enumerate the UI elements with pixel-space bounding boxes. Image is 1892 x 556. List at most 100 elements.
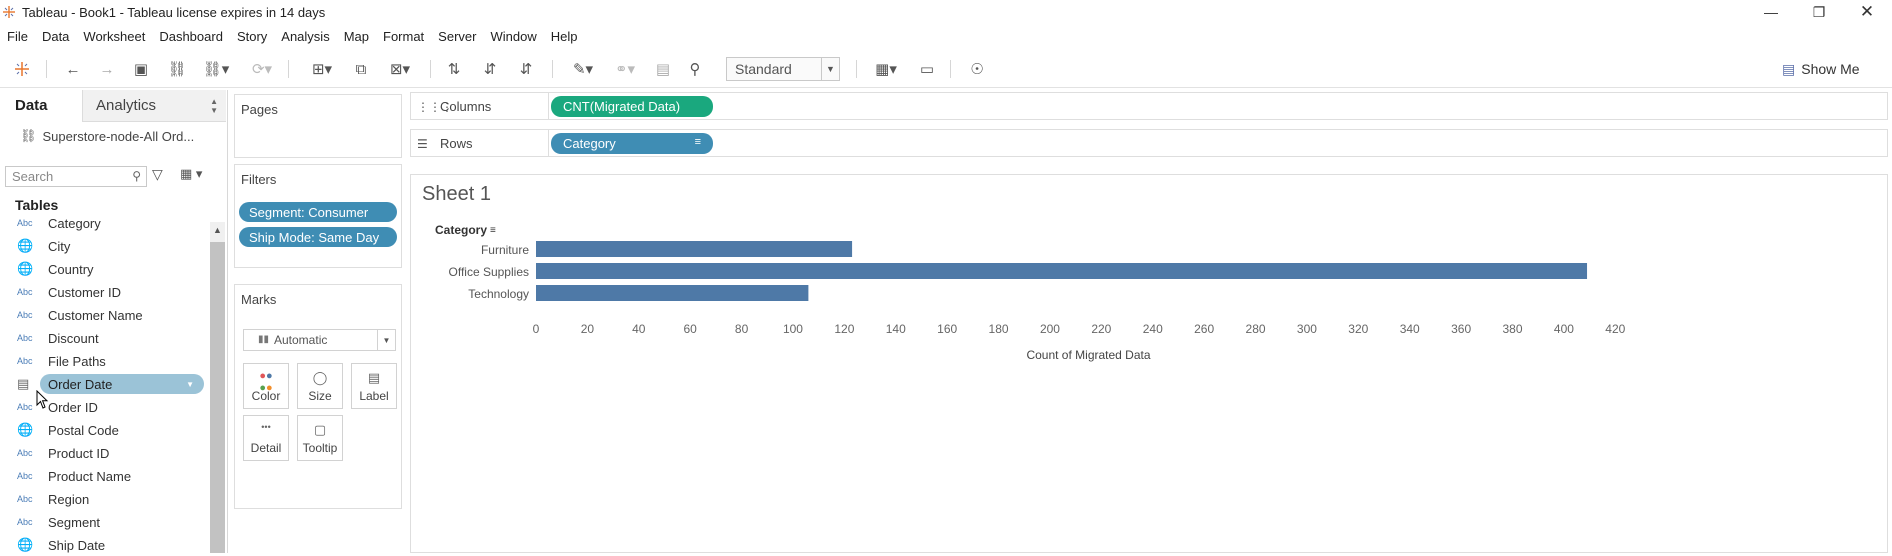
new-worksheet-icon[interactable]: ⊞▾ [302,58,342,80]
globe-icon: 🌐 [17,422,34,437]
category-label[interactable]: Technology [468,287,529,301]
tooltip-button[interactable]: ▢ Tooltip [297,415,343,461]
view-data-icon[interactable]: ▦ ▾ [180,166,202,182]
highlight-icon[interactable]: ✎▾ [566,58,600,80]
x-tick-label: 100 [783,322,803,336]
field-item-discount[interactable]: Abc Discount [0,327,208,349]
datasource-item[interactable]: ⛓ Superstore-node-All Ord... [20,128,194,144]
category-label[interactable]: Office Supplies [449,265,530,279]
field-item-segment[interactable]: Abc Segment [0,511,208,533]
data-pane: Data Analytics ▲ ▼ ⛓ Superstore-node-All … [0,90,228,553]
field-item-city[interactable]: 🌐 City [0,235,208,257]
show-mark-labels-icon[interactable]: ▤ [652,58,674,80]
x-tick-label: 220 [1091,322,1111,336]
swap-rows-columns-icon[interactable]: ⇅ [442,58,466,80]
field-item-region[interactable]: Abc Region [0,488,208,510]
color-button[interactable]: ●● ●● Color [243,363,289,409]
field-item-category[interactable]: Abc Category [0,212,208,234]
string-type-icon: Abc [17,517,33,527]
menu-help[interactable]: Help [551,29,578,44]
menu-data[interactable]: Data [42,29,69,44]
columns-shelf[interactable]: ⋮⋮⋮ Columns CNT(Migrated Data) [410,92,1888,120]
fit-select[interactable]: Standard ▼ [726,57,840,81]
menu-file[interactable]: File [7,29,28,44]
chevron-down-icon[interactable]: ▼ [821,58,839,80]
rows-pill[interactable]: Category ≡ [551,133,713,154]
pause-updates-icon[interactable]: ⛓▾ [200,58,232,80]
category-label[interactable]: Furniture [481,243,529,257]
show-me-button[interactable]: ▤ Show Me [1782,57,1860,81]
duplicate-sheet-icon[interactable]: ⧉ [350,58,372,80]
new-datasource-icon[interactable]: ⛓ [166,58,188,80]
pages-card[interactable]: Pages [234,94,402,158]
tableau-logo-icon [3,6,15,18]
rows-shelf[interactable]: ☰ Rows Category ≡ [410,129,1888,157]
calendar-icon: ▤ [17,376,30,391]
field-item-order-date[interactable]: ▤ Order Date ▼ [0,373,208,395]
menu-dashboard[interactable]: Dashboard [159,29,223,44]
mark-type-select[interactable]: ▮▮ Automatic ▼ [243,329,396,351]
sort-descending-icon[interactable]: ≡ [695,136,701,148]
share-icon[interactable]: ☉ [964,58,990,80]
restore-icon[interactable]: ❐ [1796,0,1842,24]
refresh-icon[interactable]: ⟳▾ [244,58,280,80]
detail-button[interactable]: ••• Detail [243,415,289,461]
string-type-icon: Abc [17,333,33,343]
close-icon[interactable]: ✕ [1844,0,1890,24]
bar[interactable] [536,241,853,257]
chevron-down-icon[interactable]: ▼ [377,330,395,350]
filter-pill-ship-mode[interactable]: Ship Mode: Same Day [239,227,397,247]
group-members-icon[interactable]: ⚭▾ [608,58,642,80]
fix-axes-icon[interactable]: ⚲ [684,58,706,80]
field-item-order-id[interactable]: Abc Order ID [0,396,208,418]
globe-icon: 🌐 [17,261,34,276]
filter-pill-segment[interactable]: Segment: Consumer [239,202,397,222]
field-item-country[interactable]: 🌐 Country [0,258,208,280]
columns-pill[interactable]: CNT(Migrated Data) [551,96,713,117]
filters-card[interactable]: Filters Segment: Consumer Ship Mode: Sam… [234,164,402,268]
sort-descending-icon[interactable]: ⇵ [514,58,538,80]
field-name: Category [48,215,101,231]
menu-worksheet[interactable]: Worksheet [83,29,145,44]
string-type-icon: Abc [17,287,33,297]
bar[interactable] [536,263,1588,279]
menu-window[interactable]: Window [490,29,536,44]
field-item-customer-id[interactable]: Abc Customer ID [0,281,208,303]
filter-icon[interactable]: ▽ [152,166,163,183]
field-item-product-name[interactable]: Abc Product Name [0,465,208,487]
rows-pill-label: Category [563,136,616,151]
bar[interactable] [536,285,809,301]
pane-collapse-icon[interactable]: ▲ ▼ [210,97,218,115]
sort-ascending-icon[interactable]: ⇵ [478,58,502,80]
size-button[interactable]: ◯ Size [297,363,343,409]
x-tick-label: 200 [1040,322,1060,336]
field-item-file-paths[interactable]: Abc File Paths [0,350,208,372]
menu-story[interactable]: Story [237,29,267,44]
show-cards-icon[interactable]: ▦▾ [868,58,904,80]
field-item-postal-code[interactable]: 🌐 Postal Code [0,419,208,441]
field-item-product-id[interactable]: Abc Product ID [0,442,208,464]
menu-server[interactable]: Server [438,29,476,44]
tab-analytics[interactable]: Analytics ▲ ▼ [82,90,226,122]
field-name: Postal Code [48,422,119,438]
tab-data[interactable]: Data [0,90,82,122]
scroll-up-icon[interactable]: ▲ [210,222,225,238]
tableau-home-icon[interactable] [12,58,32,80]
save-icon[interactable]: ▣ [130,58,152,80]
search-input[interactable]: Search ⚲ [5,166,147,187]
menu-analysis[interactable]: Analysis [281,29,329,44]
undo-icon[interactable]: ← [62,58,84,80]
field-name: Product Name [48,468,132,484]
clear-sheet-icon[interactable]: ⊠▾ [380,58,420,80]
redo-icon[interactable]: → [96,58,118,80]
x-tick-label: 340 [1400,322,1420,336]
menu-format[interactable]: Format [383,29,424,44]
menu-map[interactable]: Map [344,29,369,44]
x-axis-title[interactable]: Count of Migrated Data [1026,348,1150,362]
presentation-mode-icon[interactable]: ▭ [914,58,940,80]
minimize-icon[interactable]: — [1748,0,1794,24]
label-button[interactable]: ▤ Label [351,363,397,409]
chevron-down-icon[interactable]: ▼ [186,380,194,389]
field-item-customer-name[interactable]: Abc Customer Name [0,304,208,326]
scrollbar-thumb[interactable] [210,242,225,553]
